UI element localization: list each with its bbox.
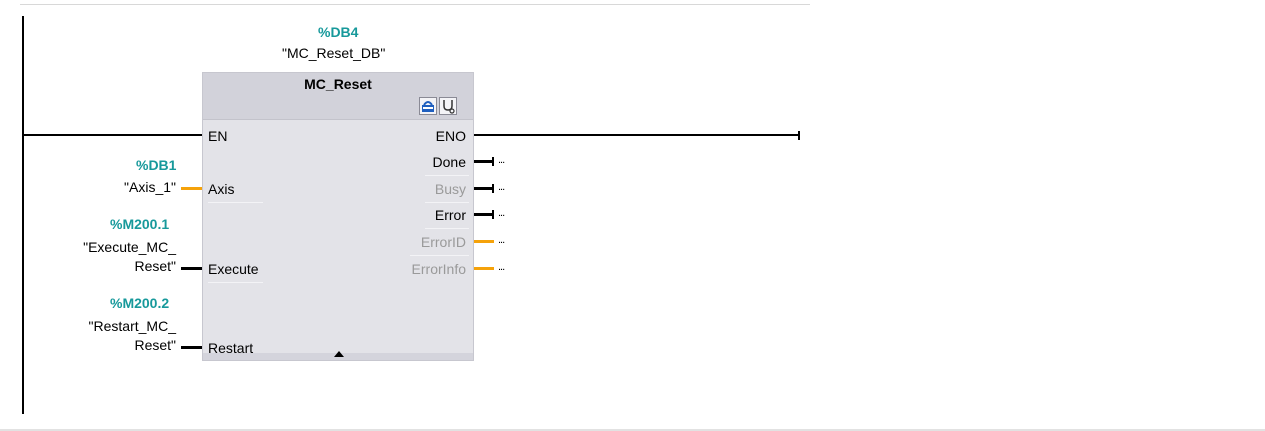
collapse-arrow-icon[interactable]	[334, 351, 344, 357]
pin-en[interactable]: EN	[208, 128, 227, 144]
execute-address[interactable]: %M200.1	[110, 216, 169, 232]
execute-wire[interactable]	[181, 267, 202, 270]
errorinfo-wire[interactable]	[474, 267, 494, 270]
instance-db-name[interactable]: "MC_Reset_DB"	[282, 45, 385, 61]
restart-address[interactable]: %M200.2	[110, 295, 169, 311]
axis-operand[interactable]: "Axis_1"	[106, 177, 176, 197]
done-placeholder[interactable]: ...	[498, 155, 505, 166]
restart-operand-line1[interactable]: "Restart_MC_	[60, 316, 176, 336]
errorinfo-placeholder[interactable]: ...	[498, 262, 505, 273]
block-header: MC_Reset	[203, 73, 473, 120]
block-type-title: MC_Reset	[304, 76, 372, 92]
errorid-placeholder[interactable]: ...	[498, 235, 505, 246]
eno-rung-wire[interactable]	[474, 134, 800, 136]
error-wire-end	[492, 210, 494, 219]
restart-operand-line2[interactable]: Reset"	[60, 335, 176, 355]
pin-done[interactable]: Done	[433, 154, 466, 170]
pin-axis[interactable]: Axis	[208, 181, 234, 197]
instance-db-address[interactable]: %DB4	[318, 24, 358, 40]
pin-execute[interactable]: Execute	[208, 261, 259, 277]
busy-wire[interactable]	[474, 187, 492, 190]
pin-errorinfo[interactable]: ErrorInfo	[412, 261, 466, 277]
pin-underline	[425, 228, 469, 229]
axis-address[interactable]: %DB1	[136, 157, 176, 173]
en-rung-wire[interactable]	[22, 134, 202, 136]
restart-wire[interactable]	[181, 346, 202, 349]
pin-errorid[interactable]: ErrorID	[421, 234, 466, 250]
busy-wire-end	[492, 184, 494, 193]
eno-rung-end	[798, 131, 800, 140]
busy-placeholder[interactable]: ...	[498, 182, 505, 193]
pin-underline	[208, 282, 263, 283]
error-wire[interactable]	[474, 213, 492, 216]
top-separator	[20, 4, 810, 5]
pin-underline	[410, 255, 469, 256]
execute-operand-line1[interactable]: "Execute_MC_	[60, 237, 176, 257]
pin-eno[interactable]: ENO	[436, 128, 466, 144]
pin-underline	[425, 175, 469, 176]
left-power-rail[interactable]	[22, 16, 24, 414]
pin-underline	[425, 202, 469, 203]
mc-reset-block[interactable]: MC_Reset EN Axis Execute Restart ENO Don…	[202, 72, 474, 361]
pin-underline	[208, 202, 263, 203]
errorid-wire[interactable]	[474, 240, 494, 243]
pin-busy[interactable]: Busy	[435, 181, 466, 197]
execute-operand-line2[interactable]: Reset"	[60, 256, 176, 276]
diagnostics-icon[interactable]	[439, 97, 457, 115]
axis-wire[interactable]	[181, 187, 202, 190]
pin-error[interactable]: Error	[435, 207, 466, 223]
done-wire-end	[492, 157, 494, 166]
error-placeholder[interactable]: ...	[498, 208, 505, 219]
db-instance-icon[interactable]	[419, 97, 437, 115]
done-wire[interactable]	[474, 160, 492, 163]
